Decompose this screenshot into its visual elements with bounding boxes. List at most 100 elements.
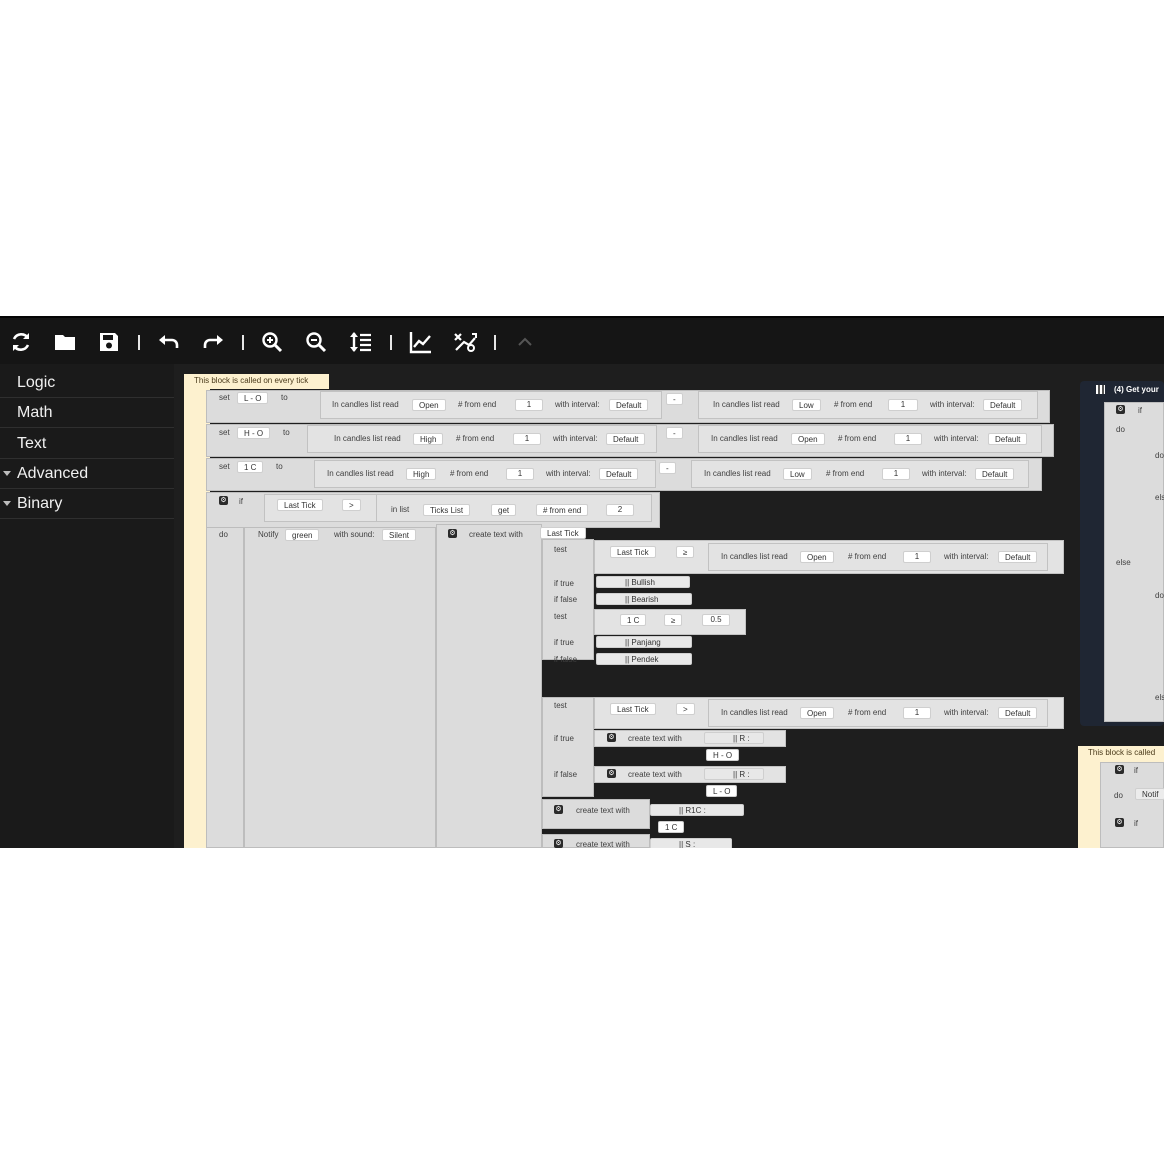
gear-icon[interactable]: ⚙: [1115, 818, 1124, 827]
variable-dropdown[interactable]: L - O: [237, 392, 269, 404]
category-binary[interactable]: Binary: [0, 489, 174, 519]
ticks-list-block[interactable]: Ticks List: [423, 504, 471, 516]
last-tick-block[interactable]: Last Tick: [610, 703, 656, 715]
interval-label: with interval:: [934, 434, 979, 443]
text-block[interactable]: || Bearish: [596, 593, 692, 605]
ohlc-dropdown[interactable]: Low: [783, 468, 812, 480]
index-input[interactable]: 1: [515, 399, 543, 411]
redo-icon[interactable]: [201, 330, 225, 354]
toolbar: [0, 316, 1164, 364]
do-label: do: [1155, 591, 1164, 600]
ohlc-dropdown[interactable]: High: [406, 468, 437, 480]
zoom-out-icon[interactable]: [304, 330, 328, 354]
ohlc-dropdown[interactable]: Open: [412, 399, 446, 411]
index-input[interactable]: 1: [888, 399, 918, 411]
to-label: to: [276, 462, 283, 471]
ohlc-dropdown[interactable]: Low: [792, 399, 821, 411]
gear-icon[interactable]: ⚙: [219, 496, 228, 505]
last-tick-block[interactable]: Last Tick: [277, 499, 323, 511]
index-input[interactable]: 2: [606, 504, 634, 516]
sound-dropdown[interactable]: Silent: [382, 529, 417, 541]
reset-icon[interactable]: [9, 330, 33, 354]
operator-dropdown[interactable]: ≥: [676, 546, 695, 558]
text-block[interactable]: || S :: [650, 838, 732, 848]
number-input[interactable]: 0.5: [702, 614, 730, 626]
right-block-title: (4) Get your: [1114, 385, 1159, 394]
variable-block[interactable]: H - O: [706, 749, 740, 761]
operator-dropdown[interactable]: -: [659, 462, 676, 474]
gear-icon[interactable]: ⚙: [607, 769, 616, 778]
index-input[interactable]: 1: [513, 433, 541, 445]
toolbar-separator: [494, 335, 496, 350]
workspace: This block is called on every tick set L…: [180, 364, 1164, 848]
sort-icon[interactable]: [349, 330, 373, 354]
operator-dropdown[interactable]: >: [676, 703, 695, 715]
strategy-icon[interactable]: [453, 330, 477, 354]
interval-dropdown[interactable]: Default: [599, 468, 639, 480]
index-input[interactable]: 1: [894, 433, 922, 445]
ohlc-dropdown[interactable]: Open: [800, 551, 834, 563]
from-end-dropdown[interactable]: # from end: [536, 504, 589, 516]
index-input[interactable]: 1: [903, 551, 931, 563]
right-if-block[interactable]: [1100, 762, 1164, 848]
event-block-hat[interactable]: This block is called: [1078, 746, 1164, 760]
open-icon[interactable]: [53, 330, 77, 354]
interval-dropdown[interactable]: Default: [998, 551, 1038, 563]
index-input[interactable]: 1: [506, 468, 534, 480]
right-if-block[interactable]: [1104, 402, 1164, 722]
notify-block[interactable]: Notif: [1135, 788, 1164, 800]
index-input[interactable]: 1: [903, 707, 931, 719]
from-end-label: # from end: [826, 469, 865, 478]
gear-icon[interactable]: ⚙: [554, 805, 563, 814]
notify-block[interactable]: [244, 527, 436, 848]
gear-icon[interactable]: ⚙: [448, 529, 457, 538]
ternary-block[interactable]: [542, 697, 594, 797]
text-block[interactable]: || R :: [704, 732, 764, 744]
text-block[interactable]: || R1C :: [650, 804, 744, 816]
gear-icon[interactable]: ⚙: [554, 839, 563, 848]
text-block[interactable]: || Panjang: [596, 636, 692, 648]
category-text[interactable]: Text: [0, 429, 174, 459]
last-tick-block[interactable]: Last Tick: [610, 546, 656, 558]
operator-dropdown[interactable]: ≥: [664, 614, 683, 626]
chart-icon[interactable]: [409, 330, 433, 354]
ohlc-dropdown[interactable]: Open: [800, 707, 834, 719]
ohlc-dropdown[interactable]: Open: [791, 433, 825, 445]
category-math[interactable]: Math: [0, 398, 174, 428]
tick-block-hat[interactable]: This block is called on every tick: [184, 374, 329, 389]
interval-dropdown[interactable]: Default: [975, 468, 1015, 480]
undo-icon[interactable]: [157, 330, 181, 354]
zoom-in-icon[interactable]: [260, 330, 284, 354]
text-block[interactable]: || Bullish: [596, 576, 690, 588]
operator-dropdown[interactable]: -: [666, 427, 683, 439]
gear-icon[interactable]: ⚙: [607, 733, 616, 742]
get-dropdown[interactable]: get: [491, 504, 517, 516]
save-icon[interactable]: [97, 330, 121, 354]
create-text-block[interactable]: [436, 524, 542, 848]
text-block[interactable]: || R :: [704, 768, 764, 780]
interval-dropdown[interactable]: Default: [606, 433, 646, 445]
variable-block[interactable]: 1 C: [620, 614, 647, 626]
last-tick-block[interactable]: Last Tick: [540, 527, 586, 539]
variable-dropdown[interactable]: 1 C: [237, 461, 264, 473]
interval-dropdown[interactable]: Default: [988, 433, 1028, 445]
category-advanced[interactable]: Advanced: [0, 459, 174, 489]
variable-dropdown[interactable]: H - O: [237, 427, 271, 439]
text-block[interactable]: || Pendek: [596, 653, 692, 665]
category-logic[interactable]: Logic: [0, 368, 174, 398]
variable-block[interactable]: L - O: [706, 785, 738, 797]
operator-dropdown[interactable]: -: [666, 393, 683, 405]
do-label: do: [219, 530, 228, 539]
gear-icon[interactable]: ⚙: [1116, 405, 1125, 414]
color-dropdown[interactable]: green: [285, 529, 320, 541]
gear-icon[interactable]: ⚙: [1115, 765, 1124, 774]
if-label: if: [1134, 766, 1138, 775]
variable-block[interactable]: 1 C: [658, 821, 685, 833]
interval-dropdown[interactable]: Default: [609, 399, 649, 411]
index-input[interactable]: 1: [882, 468, 910, 480]
interval-dropdown[interactable]: Default: [983, 399, 1023, 411]
operator-dropdown[interactable]: >: [342, 499, 361, 511]
collapse-icon[interactable]: [513, 330, 537, 354]
interval-dropdown[interactable]: Default: [998, 707, 1038, 719]
ohlc-dropdown[interactable]: High: [413, 433, 444, 445]
